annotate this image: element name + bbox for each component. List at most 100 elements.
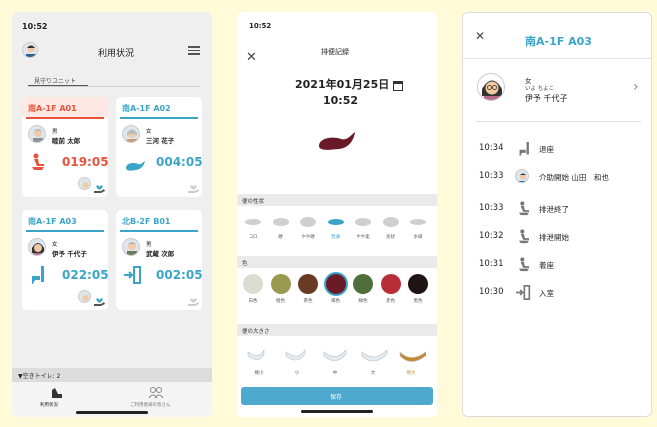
resident-photo: [122, 125, 140, 143]
log-label: 退座: [539, 145, 554, 154]
page-title: 排便記録: [321, 48, 349, 56]
color-option[interactable]: 茶色: [296, 270, 320, 310]
resident-detail-screen: ✕ 南A-1F A03 女 いよ ちよこ 伊予 千代子 › 10:34 退座 1…: [462, 12, 652, 417]
shape-label: 普通: [331, 235, 340, 240]
stool-size-icon: [246, 344, 274, 370]
elapsed-time: 002:05: [156, 268, 203, 282]
record-time[interactable]: 10:52: [323, 94, 358, 107]
shape-option[interactable]: やや柔: [351, 208, 375, 248]
care-hand-icon: [188, 291, 199, 310]
log-label: 排泄終了: [539, 205, 569, 214]
size-option[interactable]: 中: [319, 338, 351, 380]
toilet-standing-icon: [32, 266, 46, 288]
color-option[interactable]: 黒色: [406, 270, 430, 310]
room-card-a01[interactable]: 南A-1F A01 男 睦前 太郎 019:05: [22, 97, 109, 197]
shape-label: コロ: [248, 235, 258, 240]
nav-residents-label[interactable]: ご利用者様の皆さん: [130, 402, 171, 408]
color-label: 緑色: [358, 299, 368, 304]
card-gender: 男: [146, 242, 152, 248]
card-gender: 女: [52, 242, 58, 248]
resident-photo: [28, 125, 46, 143]
menu-icon[interactable]: [188, 46, 200, 55]
care-hand-icon: [94, 178, 105, 197]
stool-size-icon: [398, 344, 429, 370]
card-underline: [120, 117, 198, 119]
shape-option[interactable]: コロ: [241, 208, 265, 248]
vacancy-bar[interactable]: ▼空きトイレ: 2: [12, 368, 212, 382]
log-time: 10:32: [479, 231, 504, 241]
size-options: 極小 小 中 大 極大: [237, 338, 437, 382]
color-option[interactable]: 白色: [241, 270, 265, 310]
shape-option[interactable]: 水様: [406, 208, 430, 248]
toilet-seated-icon: [517, 201, 531, 220]
resident-photo: [122, 238, 140, 256]
close-icon[interactable]: ✕: [475, 29, 485, 43]
size-option[interactable]: 極大: [395, 338, 429, 380]
shape-option[interactable]: 普通: [324, 208, 348, 248]
resident-photo: [28, 238, 46, 256]
bottom-nav: 利用状況 ご利用者様の皆さん: [12, 382, 212, 417]
shape-label: 硬: [278, 235, 283, 240]
shape-label: やや柔: [356, 235, 370, 240]
divider: [28, 86, 200, 87]
shape-section: 便の性状: [237, 194, 437, 206]
chevron-right-icon[interactable]: ›: [633, 79, 639, 95]
color-swatch: [408, 274, 428, 294]
log-label: 着座: [539, 261, 554, 270]
size-label: 極小: [254, 371, 264, 376]
vacancy-text: ▼空きトイレ: 2: [18, 373, 61, 380]
stool-shape-icon: [272, 214, 290, 233]
room-title: 南A-1F A03: [525, 35, 592, 48]
caregiver-photo: [78, 177, 91, 190]
enter-room-icon: [124, 266, 142, 288]
color-option[interactable]: 赤色: [379, 270, 403, 310]
color-label: 褐色: [331, 299, 340, 304]
log-label: 排泄開始: [539, 233, 569, 242]
size-label: 大: [370, 371, 376, 376]
shape-option[interactable]: 泥状: [379, 208, 403, 248]
status-time: 10:52: [249, 22, 272, 30]
care-hand-icon: [94, 291, 105, 310]
size-label: 小: [294, 371, 300, 376]
color-label: 茶色: [303, 299, 313, 304]
home-indicator: [301, 410, 373, 413]
stool-shape-icon: [244, 214, 262, 233]
care-hand-icon: [188, 178, 199, 197]
home-indicator: [76, 411, 148, 414]
enter-room-icon: [516, 285, 531, 304]
log-time: 10:34: [479, 143, 504, 153]
nav-usage-label[interactable]: 利用状況: [40, 402, 58, 408]
save-button[interactable]: 保存: [241, 387, 433, 405]
color-label: 白色: [248, 299, 258, 304]
avatar[interactable]: [22, 42, 38, 58]
size-option[interactable]: 大: [357, 338, 389, 380]
room-card-a03[interactable]: 南A-1F A03 女 伊予 千代子 022:05: [22, 210, 109, 310]
size-option[interactable]: 極小: [243, 338, 275, 380]
log-time: 10:31: [479, 259, 504, 269]
color-option[interactable]: 緑色: [351, 270, 375, 310]
log-label: 介助開始 山田 和也: [539, 173, 609, 182]
caregiver-photo: [78, 290, 91, 303]
tab-watch-unit[interactable]: 見守りユニット: [34, 76, 76, 85]
size-option[interactable]: 小: [281, 338, 313, 380]
shape-option[interactable]: やや硬: [296, 208, 320, 248]
shape-option[interactable]: 硬: [269, 208, 293, 248]
stool-shape-icon: [327, 214, 345, 233]
record-date[interactable]: 2021年01月25日: [295, 76, 389, 92]
close-icon[interactable]: ✕: [246, 50, 257, 65]
color-swatch: [325, 274, 346, 294]
log-label: 入室: [539, 289, 554, 298]
shape-label: 泥状: [386, 235, 395, 240]
color-swatch: [380, 274, 401, 294]
stool-size-icon: [360, 344, 388, 370]
card-name: 睦前 太郎: [52, 137, 81, 145]
color-option[interactable]: 橙色: [269, 270, 293, 310]
room-card-b01[interactable]: 北B-2F B01 男 武蔵 次郎 002:05: [116, 210, 203, 310]
calendar-icon[interactable]: [393, 76, 403, 95]
card-room: 北B-2F B01: [122, 217, 171, 226]
elapsed-time: 004:05: [156, 155, 203, 169]
color-swatch: [298, 274, 318, 294]
log-time: 10:30: [479, 287, 504, 297]
room-card-a02[interactable]: 南A-1F A02 女 三河 花子 004:05: [116, 97, 203, 197]
color-option[interactable]: 褐色: [324, 270, 348, 310]
